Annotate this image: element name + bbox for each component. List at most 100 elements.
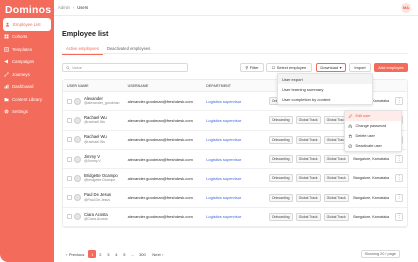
menu-item-user-export[interactable]: User export [278,74,372,84]
more-vertical-icon[interactable]: ⋮ [395,155,404,164]
sidebar-item-campaigns[interactable]: Campaigns [0,56,54,69]
more-vertical-icon[interactable]: ⋮ [395,212,404,221]
department-link[interactable]: Logistics supervisor [203,99,266,104]
sidebar-item-label: Settings [12,109,28,115]
menu-item-delete-user[interactable]: Delete user [345,131,401,141]
search-input[interactable]: Value [62,63,188,72]
import-button[interactable]: Import [349,63,371,72]
user-email: alexander.goodman@freshdesk.com [127,98,193,104]
row-action-menu: Edit user Change password Delete user De… [344,110,402,152]
user-cell: Jimmy V @Jimmy.V [63,154,125,165]
page-size-select[interactable]: Showing 20 / page [360,250,400,258]
breadcrumb-admin[interactable]: Admin [58,5,70,10]
department-link[interactable]: Logistics supervisor [203,118,266,123]
menu-item-user-completion[interactable]: User completion by content [278,94,372,104]
row-checkbox[interactable] [67,137,72,143]
table-row[interactable]: Bridgette Ocampo @bridgette.Ocampo alexand… [63,169,407,189]
status-badge: Global Track [295,193,321,202]
add-employee-label: Add employee [378,65,404,70]
status-badge: Onboarding [268,212,293,221]
brand-logo[interactable]: Dominos [5,4,51,16]
row-checkbox[interactable] [67,98,72,104]
breadcrumb-users: Users [77,5,89,10]
avatar [74,174,81,182]
chevron-right-icon: › [72,5,75,10]
filter-button[interactable]: ⚲ Filter [240,63,264,72]
sidebar-item-employee-list[interactable]: Employee List [3,18,51,31]
department-link[interactable]: Logistics supervisor [203,214,266,219]
location: Bangalore, Karnataka [353,157,390,162]
department-link[interactable]: Logistics supervisor [203,176,266,181]
row-checkbox[interactable] [67,117,72,123]
page-1-button[interactable]: 1 [88,250,97,258]
user-email: alexander.goodman@freshdesk.com [127,117,193,123]
table-row[interactable]: Paul De Jesus @Paul.De.Jesus alexander.goo… [63,188,407,208]
table-row[interactable]: Jimmy V @Jimmy.V alexander.goodman@freshde… [63,150,407,170]
status-badge: Global Track [295,212,321,221]
dashboard-icon [4,84,9,89]
user-name[interactable]: Paul De Jesus [84,192,111,197]
sidebar-item-settings[interactable]: Settings [0,106,54,119]
status-badge: Global Track [295,116,321,125]
sidebar-item-cohorts[interactable]: Cohorts [0,31,54,44]
next-label: Next [152,251,161,257]
pagination: ‹ Previous 1 2 3 4 5 ... 300 Next › Show… [62,249,408,259]
avatar[interactable]: MA [401,3,411,13]
sidebar-item-content-library[interactable]: Content Library [0,93,54,106]
megaphone-icon [4,59,9,64]
menu-item-change-password[interactable]: Change password [345,121,401,131]
sidebar-item-dashboard[interactable]: Dashboard [0,81,54,94]
department-link[interactable]: Logistics supervisor [203,157,266,162]
row-checkbox[interactable] [67,195,72,201]
header-username[interactable]: USER NAME [63,84,125,88]
sidebar-item-journeys[interactable]: Journeys [0,68,54,81]
department-link[interactable]: Logistics supervisor [203,195,266,200]
user-cell: Rachael Wu @rachael.Wu [63,134,125,145]
menu-item-user-learning-summary[interactable]: User learning summary [278,84,372,94]
status-badge: Onboarding [268,174,293,183]
avatar [74,116,81,124]
page-3-button[interactable]: 3 [104,250,112,258]
select-employee-label: Select employee [276,65,307,70]
page-2-button[interactable]: 2 [96,250,104,258]
deactivate-icon [348,144,353,148]
add-employee-button[interactable]: Add employee [374,63,408,72]
avatar [74,97,81,105]
download-button[interactable]: Download ▾ [316,63,346,72]
more-vertical-icon[interactable]: ⋮ [395,97,404,106]
location: Bangalore, Karnataka [353,195,390,200]
next-page-button[interactable]: Next › [148,252,167,257]
page-300-button[interactable]: 300 [136,250,148,258]
row-checkbox[interactable] [67,156,72,162]
user-email: alexander.goodman@freshdesk.com [127,195,193,201]
track-badges: OnboardingGlobal TrackGlobal Track [266,174,352,183]
menu-item-edit-user[interactable]: Edit user [345,111,401,121]
row-checkbox[interactable] [67,214,72,220]
search-icon [66,65,70,70]
avatar [74,194,81,202]
download-label: Download [320,65,339,70]
user-cell: Alexander @alexander_goodman [63,96,125,107]
table-row[interactable]: Ciara Acosta @Ciara.Acosta alexander.goodm… [63,208,407,228]
user-name[interactable]: Rachael Wu [84,134,107,139]
user-name-block: Jimmy V @Jimmy.V [84,154,101,165]
avatar [74,136,81,144]
user-handle: @bridgette.Ocampo [84,178,116,183]
page-4-button[interactable]: 4 [112,250,120,258]
sidebar-nav: Employee List Cohorts Templates Campaign… [0,18,54,118]
header-username-email[interactable]: USERNAME [125,84,204,88]
more-vertical-icon[interactable]: ⋮ [395,193,404,202]
department-link[interactable]: Logistics supervisor [203,137,266,142]
template-icon [4,46,9,52]
page-5-button[interactable]: 5 [120,250,128,258]
select-employee-button[interactable]: ☐ Select employee [266,63,312,72]
row-checkbox[interactable] [67,175,72,181]
previous-page-button[interactable]: ‹ Previous [62,252,88,257]
menu-item-deactivate-user[interactable]: Deactivate user [345,141,401,151]
user-email: alexander.goodman@freshdesk.com [127,137,193,143]
sidebar-item-templates[interactable]: Templates [0,43,54,56]
more-vertical-icon[interactable]: ⋮ [395,174,404,183]
gear-icon [4,109,9,114]
user-handle: @alexander_goodman [84,101,120,106]
header-department[interactable]: DEPARTMENT [203,84,266,88]
